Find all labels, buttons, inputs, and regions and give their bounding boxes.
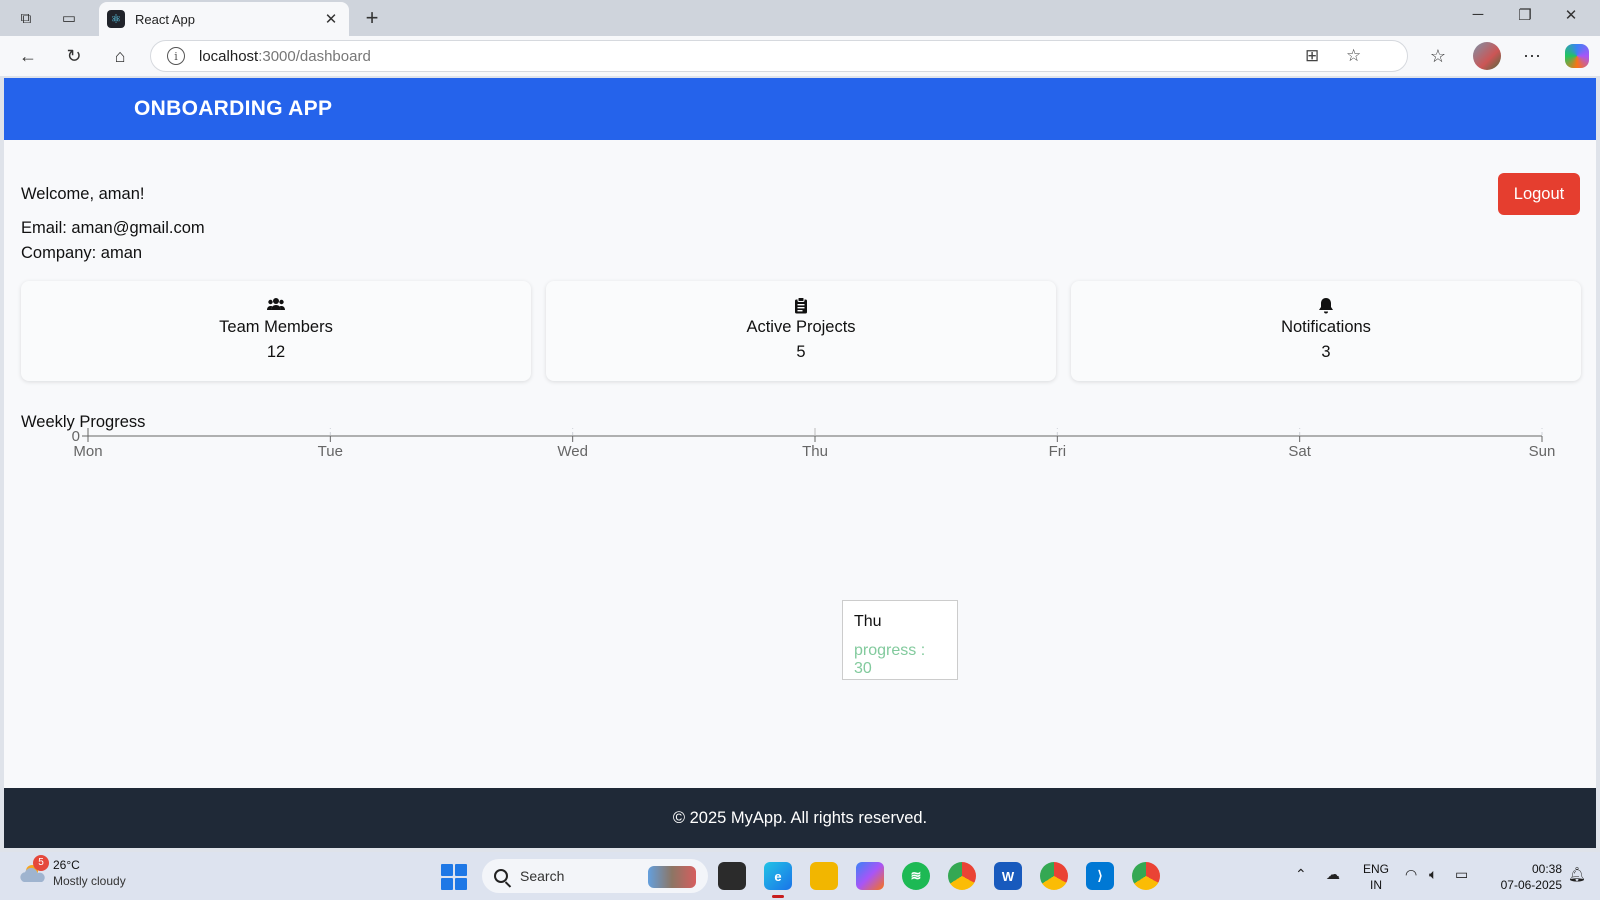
wifi-icon[interactable]: ◠ — [1405, 866, 1417, 883]
file-explorer-icon[interactable] — [810, 862, 838, 890]
chrome-profile-2-icon[interactable] — [1040, 862, 1068, 890]
favorite-star-icon[interactable]: ☆ — [1346, 46, 1361, 66]
copilot-app-icon[interactable] — [856, 862, 884, 890]
x-tick-label: Thu — [802, 443, 828, 460]
clock-date: 07-06-2025 — [1500, 878, 1562, 892]
back-icon[interactable]: ← — [15, 43, 41, 69]
onedrive-cloud-icon[interactable]: ☁ — [1326, 866, 1340, 883]
stat-card-team-members: Team Members 12 — [21, 281, 531, 381]
stat-card-value: 3 — [1321, 343, 1331, 361]
stat-card-active-projects: Active Projects 5 — [546, 281, 1056, 381]
stat-card-value: 12 — [266, 343, 286, 361]
notification-center-icon[interactable]: 🔔︎ — [1568, 866, 1586, 883]
team-icon — [21, 297, 531, 315]
bell-icon — [1071, 297, 1581, 315]
tab-actions-icon[interactable]: ▭ — [57, 6, 81, 30]
user-email: Email: aman@gmail.com — [21, 219, 205, 237]
taskbar: 5 26°C Mostly cloudy Search e ≋ W ⟩ ⌃ ☁ … — [0, 852, 1600, 900]
stat-card-notifications: Notifications 3 — [1071, 281, 1581, 381]
user-company: Company: aman — [21, 244, 143, 262]
close-window-icon[interactable]: ✕ — [1556, 6, 1586, 24]
weekly-progress-chart[interactable]: 0255075100MonTueWedThuFriSatSun — [4, 428, 1596, 738]
x-tick-label: Sun — [1529, 443, 1556, 460]
app-title: ONBOARDING APP — [134, 97, 333, 120]
logout-button[interactable]: Logout — [1498, 173, 1580, 215]
word-icon[interactable]: W — [994, 862, 1022, 890]
restore-icon[interactable]: ❐ — [1510, 6, 1540, 24]
weather-alert-badge: 5 — [33, 855, 49, 871]
close-tab-icon[interactable]: ✕ — [321, 10, 341, 28]
vscode-icon[interactable]: ⟩ — [1086, 862, 1114, 890]
spotify-icon[interactable]: ≋ — [902, 862, 930, 890]
favorites-icon[interactable]: ☆ — [1425, 43, 1451, 69]
tooltip-value: progress : 30 — [854, 642, 926, 677]
clock[interactable]: 00:38 07-06-2025 — [1492, 861, 1562, 893]
stat-card-label: Active Projects — [746, 318, 856, 336]
x-tick-label: Mon — [73, 443, 102, 460]
language-indicator[interactable]: ENG IN — [1363, 861, 1389, 893]
profile-avatar[interactable] — [1473, 42, 1501, 70]
welcome-text: Welcome, aman! — [21, 185, 145, 203]
browser-tab[interactable]: ⚛ React App ✕ — [99, 2, 349, 36]
edge-browser-icon[interactable]: e — [764, 862, 792, 898]
show-hidden-icons-icon[interactable]: ⌃ — [1295, 866, 1307, 883]
minimize-icon[interactable]: ─ — [1463, 6, 1493, 23]
new-tab-icon[interactable]: + — [360, 5, 384, 31]
task-view-icon[interactable] — [718, 862, 746, 890]
volume-icon[interactable]: 🔈︎ — [1429, 866, 1437, 883]
url-path: :3000/dashboard — [258, 47, 371, 65]
home-icon[interactable]: ⌂ — [107, 43, 133, 69]
dashboard-page: ONBOARDING APP Welcome, aman! Email: ama… — [4, 78, 1596, 848]
clipboard-icon — [546, 297, 1056, 315]
chrome-profile-1-icon[interactable] — [948, 862, 976, 890]
refresh-icon[interactable]: ↻ — [61, 43, 87, 69]
battery-icon[interactable]: ▭ — [1455, 866, 1468, 883]
page-footer: © 2025 MyApp. All rights reserved. — [4, 788, 1596, 848]
search-highlight-image — [648, 866, 696, 888]
search-placeholder: Search — [520, 868, 565, 884]
more-menu-icon[interactable]: ⋯ — [1519, 43, 1545, 69]
workspaces-icon[interactable]: ⧉ — [14, 6, 38, 30]
search-icon — [494, 869, 508, 883]
address-bar[interactable]: i localhost:3000/dashboard ⊞ ☆ — [150, 40, 1408, 72]
browser-toolbar: ← ↻ ⌂ i localhost:3000/dashboard ⊞ ☆ ☆ ⋯ — [0, 36, 1600, 76]
stat-card-label: Team Members — [219, 318, 333, 336]
copilot-icon[interactable] — [1565, 44, 1589, 68]
app-header: ONBOARDING APP — [4, 78, 1596, 140]
react-favicon-icon: ⚛ — [107, 10, 125, 28]
browser-tab-bar: ⧉ ▭ ⚛ React App ✕ + ─ ❐ ✕ — [0, 0, 1600, 36]
app-available-icon[interactable]: ⊞ — [1305, 46, 1319, 66]
x-tick-label: Wed — [557, 443, 588, 460]
chrome-profile-3-icon[interactable] — [1132, 862, 1160, 890]
clock-time: 00:38 — [1531, 862, 1562, 876]
language-region: IN — [1370, 878, 1382, 892]
x-tick-label: Fri — [1049, 443, 1067, 460]
weather-condition[interactable]: Mostly cloudy — [53, 874, 126, 888]
x-tick-label: Sat — [1288, 443, 1311, 460]
url-host: localhost — [199, 47, 259, 65]
taskbar-search[interactable]: Search — [482, 859, 708, 893]
footer-text: © 2025 MyApp. All rights reserved. — [672, 809, 928, 827]
stat-card-value: 5 — [796, 343, 806, 361]
tab-title: React App — [135, 11, 195, 27]
site-info-icon[interactable]: i — [167, 47, 185, 65]
chart-tooltip: Thu progress : 30 — [842, 600, 958, 680]
x-tick-label: Tue — [318, 443, 343, 460]
tooltip-category: Thu — [854, 613, 882, 630]
start-button[interactable] — [441, 864, 467, 890]
language-code: ENG — [1363, 862, 1390, 876]
weather-temperature[interactable]: 26°C — [53, 858, 80, 872]
stat-card-label: Notifications — [1281, 318, 1371, 336]
